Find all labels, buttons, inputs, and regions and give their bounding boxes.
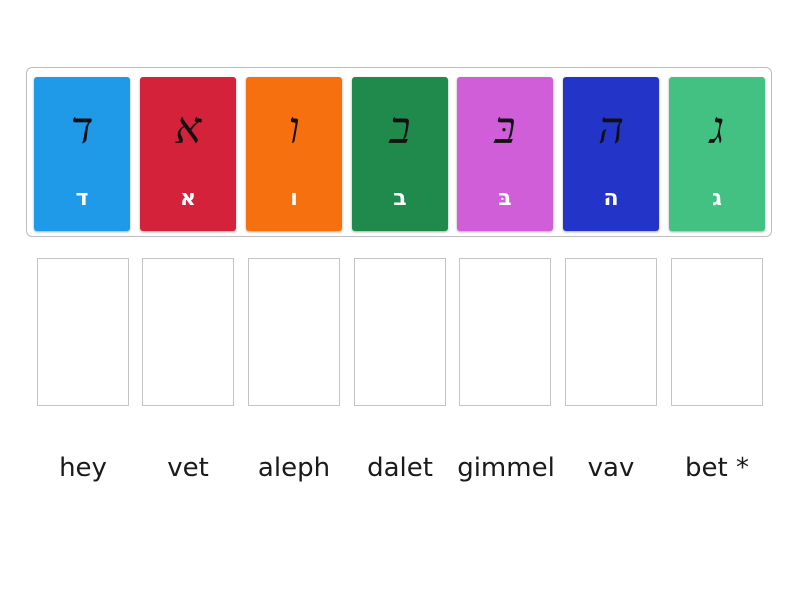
drop-slot[interactable] [671, 258, 763, 406]
letter-card-hey[interactable]: ה ה [563, 77, 659, 231]
target-label: hey [59, 453, 107, 483]
card-script-glyph: ו [288, 103, 300, 154]
card-tray: ד ד א א ו ו ב ב בּ בּ ה ה ג ג [26, 67, 772, 237]
card-script-glyph: א [174, 103, 202, 154]
letter-card-bet[interactable]: בּ בּ [457, 77, 553, 231]
drop-slot[interactable] [354, 258, 446, 406]
target-label: dalet [367, 453, 433, 483]
target-label: vav [587, 453, 635, 483]
drop-slot[interactable] [248, 258, 340, 406]
drop-slot[interactable] [142, 258, 234, 406]
drop-slot[interactable] [459, 258, 551, 406]
card-block-letter: ה [603, 186, 619, 211]
target-label: aleph [257, 453, 331, 483]
card-block-letter: א [179, 186, 197, 211]
letter-card-vet[interactable]: ב ב [352, 77, 448, 231]
match-activity: ד ד א א ו ו ב ב בּ בּ ה ה ג ג hey vet al… [0, 0, 800, 600]
card-script-glyph: ב [389, 103, 411, 154]
target-label: bet * [685, 453, 749, 483]
target-label: vet [167, 453, 209, 483]
card-script-glyph: ד [70, 103, 94, 154]
card-block-letter: ו [290, 186, 298, 211]
card-block-letter: ג [712, 186, 722, 211]
letter-card-dalet[interactable]: ד ד [34, 77, 130, 231]
letter-card-gimmel[interactable]: ג ג [669, 77, 765, 231]
card-block-letter: ב [393, 186, 407, 211]
card-block-letter: בּ [498, 186, 512, 211]
drop-slot[interactable] [565, 258, 657, 406]
card-script-glyph: ה [598, 103, 624, 154]
drop-slot[interactable] [37, 258, 129, 406]
letter-card-aleph[interactable]: א א [140, 77, 236, 231]
letter-card-vav[interactable]: ו ו [246, 77, 342, 231]
target-label: gimmel [457, 453, 555, 483]
card-block-letter: ד [75, 186, 89, 211]
card-script-glyph: בּ [494, 103, 516, 154]
card-script-glyph: ג [709, 103, 725, 154]
